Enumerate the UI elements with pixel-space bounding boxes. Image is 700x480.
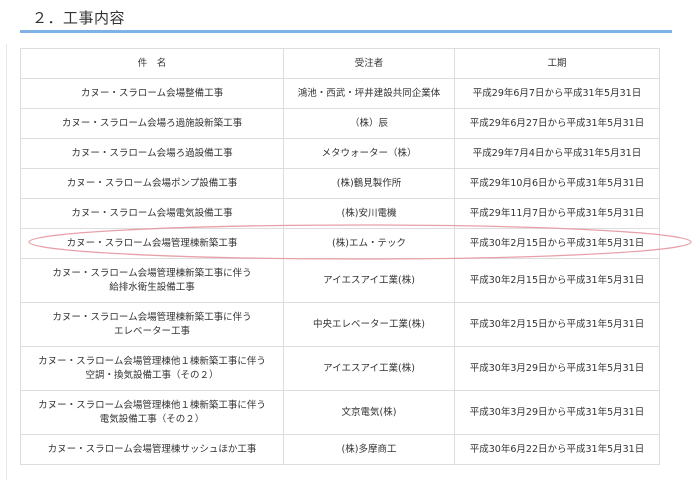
table-row: カヌー・スラローム会場ポンプ設備工事 (株)鶴見製作所 平成29年10月6日から…: [20, 168, 660, 199]
cell-name: カヌー・スラローム会場管理棟新築工事: [20, 228, 284, 259]
cell-contractor: （株）辰: [283, 108, 455, 139]
header-period: 工期: [454, 48, 660, 79]
table-row: カヌー・スラローム会場整備工事 鴻池・西武・坪井建設共同企業体 平成29年6月7…: [20, 78, 660, 109]
table-row: カヌー・スラローム会場管理棟新築工事に伴う エレベーター工事 中央エレベーター工…: [20, 302, 660, 347]
table-row: カヌー・スラローム会場管理棟サッシュほか工事 (株)多摩商工 平成30年6月22…: [20, 434, 660, 465]
table-row: カヌー・スラローム会場ろ過施設新築工事 （株）辰 平成29年6月27日から平成3…: [20, 108, 660, 139]
cell-name: カヌー・スラローム会場管理棟サッシュほか工事: [20, 434, 284, 465]
cell-period: 平成29年7月4日から平成31年5月31日: [454, 138, 660, 169]
cell-contractor: (株)安川電機: [283, 198, 455, 229]
table-row: カヌー・スラローム会場ろ過設備工事 メタウォーター（株） 平成29年7月4日から…: [20, 138, 660, 169]
table-row: カヌー・スラローム会場管理棟他１棟新築工事に伴う 空調・換気設備工事（その２） …: [20, 346, 660, 391]
cell-name: カヌー・スラローム会場電気設備工事: [20, 198, 284, 229]
cell-period: 平成30年3月29日から平成31年5月31日: [454, 346, 660, 391]
cell-period: 平成29年10月6日から平成31年5月31日: [454, 168, 660, 199]
cell-contractor: メタウォーター（株）: [283, 138, 455, 169]
left-border-line: [6, 44, 7, 480]
cell-name: カヌー・スラローム会場整備工事: [20, 78, 284, 109]
cell-name: カヌー・スラローム会場管理棟他１棟新築工事に伴う 電気設備工事（その２）: [20, 390, 284, 435]
cell-contractor: 中央エレベーター工業(株): [283, 302, 455, 347]
table-row: カヌー・スラローム会場管理棟他１棟新築工事に伴う 電気設備工事（その２） 文京電…: [20, 390, 660, 435]
header-contractor: 受注者: [283, 48, 455, 79]
cell-name: カヌー・スラローム会場ポンプ設備工事: [20, 168, 284, 199]
cell-period: 平成29年6月7日から平成31年5月31日: [454, 78, 660, 109]
cell-period: 平成29年6月27日から平成31年5月31日: [454, 108, 660, 139]
cell-period: 平成30年3月29日から平成31年5月31日: [454, 390, 660, 435]
cell-period: 平成29年11月7日から平成31年5月31日: [454, 198, 660, 229]
cell-contractor: 文京電気(株): [283, 390, 455, 435]
cell-period: 平成30年2月15日から平成31年5月31日: [454, 302, 660, 347]
section-title-underline: [20, 30, 672, 33]
table-row: カヌー・スラローム会場電気設備工事 (株)安川電機 平成29年11月7日から平成…: [20, 198, 660, 229]
cell-period: 平成30年2月15日から平成31年5月31日: [454, 228, 660, 259]
cell-name: カヌー・スラローム会場ろ過施設新築工事: [20, 108, 284, 139]
table-row: カヌー・スラローム会場管理棟新築工事に伴う 給排水衛生設備工事 アイエスアイ工業…: [20, 258, 660, 303]
table-row-highlighted: カヌー・スラローム会場管理棟新築工事 (株)エム・テック 平成30年2月15日か…: [20, 228, 660, 259]
cell-name: カヌー・スラローム会場管理棟新築工事に伴う エレベーター工事: [20, 302, 284, 347]
cell-contractor: (株)多摩商工: [283, 434, 455, 465]
cell-contractor: アイエスアイ工業(株): [283, 346, 455, 391]
works-table: 件 名 受注者 工期 カヌー・スラローム会場整備工事 鴻池・西武・坪井建設共同企…: [20, 48, 660, 465]
cell-period: 平成30年6月22日から平成31年5月31日: [454, 434, 660, 465]
cell-contractor: (株)エム・テック: [283, 228, 455, 259]
cell-name: カヌー・スラローム会場管理棟新築工事に伴う 給排水衛生設備工事: [20, 258, 284, 303]
cell-contractor: (株)鶴見製作所: [283, 168, 455, 199]
cell-name: カヌー・スラローム会場管理棟他１棟新築工事に伴う 空調・換気設備工事（その２）: [20, 346, 284, 391]
header-name: 件 名: [20, 48, 284, 79]
cell-name: カヌー・スラローム会場ろ過設備工事: [20, 138, 284, 169]
page: ２．工事内容 件 名 受注者 工期 カヌー・スラローム会場整備工事 鴻池・西武・…: [0, 0, 700, 480]
section-title: ２．工事内容: [32, 9, 126, 27]
cell-contractor: アイエスアイ工業(株): [283, 258, 455, 303]
table-header-row: 件 名 受注者 工期: [20, 48, 660, 79]
cell-contractor: 鴻池・西武・坪井建設共同企業体: [283, 78, 455, 109]
cell-period: 平成30年2月15日から平成31年5月31日: [454, 258, 660, 303]
